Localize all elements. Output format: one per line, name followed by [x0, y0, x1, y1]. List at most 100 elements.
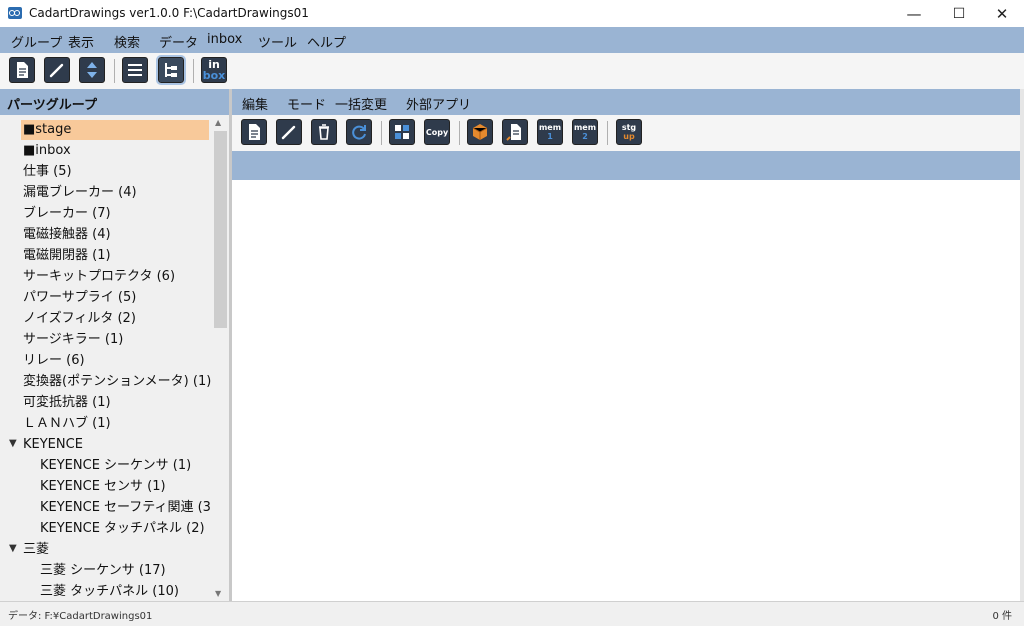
- menu-bulk-change[interactable]: 一括変更: [335, 94, 387, 113]
- grid-view-button[interactable]: [389, 119, 415, 145]
- copy-button[interactable]: Copy: [424, 119, 450, 145]
- menu-data[interactable]: データ: [159, 32, 198, 51]
- window-right-edge: [1020, 89, 1024, 601]
- tree-item[interactable]: KEYENCE タッチパネル (2): [40, 519, 205, 539]
- tree-item[interactable]: 漏電ブレーカー (4): [23, 183, 137, 203]
- memory2-label-top: mem: [573, 123, 597, 132]
- toolbar-separator: [607, 121, 608, 145]
- parts-list[interactable]: [232, 180, 1020, 601]
- delete-button[interactable]: [311, 119, 337, 145]
- tree-item[interactable]: 電磁接触器 (4): [23, 225, 111, 245]
- edit-button[interactable]: [44, 57, 70, 83]
- scrollbar-thumb[interactable]: [214, 131, 227, 328]
- tree-group-mitsubishi[interactable]: 三菱: [23, 540, 49, 560]
- tree-item[interactable]: 仕事 (5): [23, 162, 72, 182]
- pencil-icon: [49, 63, 64, 78]
- parts-group-header: パーツグループ: [0, 89, 229, 115]
- tree-item[interactable]: 三菱 タッチパネル (10): [40, 582, 179, 601]
- pencil-icon: [281, 125, 296, 140]
- menu-group[interactable]: グループ: [11, 32, 62, 51]
- menu-bar: グループ 表示 検索 データ inbox ツール ヘルプ: [0, 27, 1024, 53]
- parts-group-tree: ■stage ■inbox 仕事 (5) 漏電ブレーカー (4) ブレーカー (…: [0, 115, 212, 601]
- memory2-button[interactable]: mem 2: [572, 119, 598, 145]
- scroll-up-arrow-icon[interactable]: ▲: [215, 118, 221, 127]
- edit-part-button[interactable]: [276, 119, 302, 145]
- tree-item[interactable]: 変換器(ポテンションメータ) (1): [23, 372, 211, 392]
- menu-tools[interactable]: ツール: [258, 32, 297, 51]
- menu-help[interactable]: ヘルプ: [307, 32, 346, 51]
- up-down-arrow-icon: [87, 62, 97, 78]
- sort-button[interactable]: [79, 57, 105, 83]
- stage-up-label-top: stg: [621, 123, 637, 132]
- copy-label: Copy: [425, 127, 449, 137]
- menu-search[interactable]: 検索: [114, 32, 140, 51]
- list-column-header: [232, 151, 1020, 180]
- title-bar: CadartDrawings ver1.0.0 F:\CadartDrawing…: [0, 0, 1024, 27]
- stage-up-button[interactable]: stg up: [616, 119, 642, 145]
- document-icon: [506, 124, 521, 141]
- close-button[interactable]: ✕: [980, 0, 1024, 27]
- memory2-label-bottom: 2: [582, 132, 588, 141]
- menu-mode[interactable]: モード: [287, 94, 326, 113]
- list-view-button[interactable]: [122, 57, 148, 83]
- tree-item[interactable]: リレー (6): [23, 351, 85, 371]
- tree-group-keyence[interactable]: KEYENCE: [23, 435, 83, 455]
- tree-item[interactable]: ノイズフィルタ (2): [23, 309, 136, 329]
- toolbar-separator: [114, 59, 115, 83]
- parts-toolbar: Copy mem 1 mem 2 stg up: [232, 115, 1020, 151]
- inbox-label-bottom: box: [202, 69, 226, 82]
- toolbar-separator: [193, 59, 194, 83]
- toolbar-separator: [381, 121, 382, 145]
- tree-item[interactable]: 可変抵抗器 (1): [23, 393, 111, 413]
- menu-inbox[interactable]: inbox: [207, 32, 242, 47]
- package-button[interactable]: [467, 119, 493, 145]
- tree-item[interactable]: ＬＡＮハブ (1): [23, 414, 111, 434]
- tree-item-stage[interactable]: ■stage: [21, 120, 209, 140]
- inbox-button[interactable]: in box: [201, 57, 227, 83]
- menu-edit[interactable]: 編集: [242, 94, 268, 113]
- app-logo-icon: [8, 7, 22, 19]
- tree-item[interactable]: KEYENCE セーフティ関連 (3): [40, 498, 212, 518]
- trash-icon: [319, 124, 329, 140]
- data-path-status: データ: F:¥CadartDrawings01: [8, 611, 153, 622]
- memory1-label-top: mem: [538, 123, 562, 132]
- tree-item[interactable]: ブレーカー (7): [23, 204, 111, 224]
- maximize-button[interactable]: ☐: [937, 0, 981, 27]
- menu-external-app[interactable]: 外部アプリ: [406, 94, 471, 113]
- tree-view-button[interactable]: [156, 55, 186, 85]
- scroll-down-arrow-icon[interactable]: ▼: [215, 589, 221, 598]
- memory1-button[interactable]: mem 1: [537, 119, 563, 145]
- list-icon: [128, 64, 142, 76]
- expand-caret-icon[interactable]: ▼: [9, 438, 17, 449]
- memory1-label-bottom: 1: [547, 132, 553, 141]
- tree-item[interactable]: パワーサプライ (5): [23, 288, 136, 308]
- tree-item[interactable]: 電磁開閉器 (1): [23, 246, 111, 266]
- parts-list-panel: 編集 モード 一括変更 外部アプリ Copy mem 1 mem 2 stg u…: [232, 89, 1020, 601]
- parts-group-title: パーツグループ: [7, 98, 97, 113]
- tree-scrollbar[interactable]: ▲ ▼: [212, 115, 228, 601]
- status-bar: データ: F:¥CadartDrawings01 0 件: [0, 601, 1024, 626]
- tree-item[interactable]: 三菱 シーケンサ (17): [40, 561, 166, 581]
- tree-item[interactable]: KEYENCE シーケンサ (1): [40, 456, 191, 476]
- document-export-button[interactable]: [502, 119, 528, 145]
- parts-menu-bar: 編集 モード 一括変更 外部アプリ: [232, 89, 1020, 115]
- new-document-button[interactable]: [9, 57, 35, 83]
- new-part-button[interactable]: [241, 119, 267, 145]
- tree-item[interactable]: サージキラー (1): [23, 330, 123, 350]
- item-count-status: 0 件: [992, 611, 1012, 622]
- menu-view[interactable]: 表示: [68, 32, 94, 51]
- tree-item[interactable]: サーキットプロテクタ (6): [23, 267, 175, 287]
- tree-item-inbox[interactable]: ■inbox: [23, 141, 71, 161]
- document-icon: [17, 62, 28, 78]
- main-toolbar: in box: [0, 53, 1024, 90]
- refresh-icon: [352, 125, 366, 140]
- minimize-button[interactable]: —: [892, 0, 936, 27]
- stage-up-label-bottom: up: [623, 132, 635, 141]
- refresh-button[interactable]: [346, 119, 372, 145]
- grid-icon: [395, 125, 409, 139]
- tree-item[interactable]: KEYENCE センサ (1): [40, 477, 166, 497]
- document-icon: [249, 124, 260, 140]
- expand-caret-icon[interactable]: ▼: [9, 543, 17, 554]
- box-icon: [472, 124, 488, 140]
- tree-icon: [165, 63, 177, 77]
